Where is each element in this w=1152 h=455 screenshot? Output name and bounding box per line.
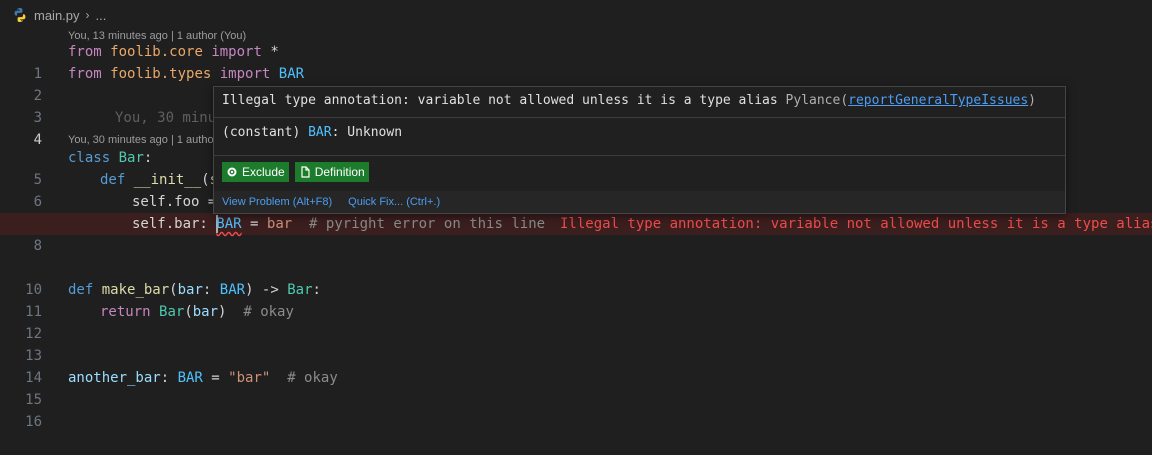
sig-name: BAR (308, 125, 332, 140)
hover-error-message: Illegal type annotation: variable not al… (222, 93, 778, 108)
hover-widget: Illegal type annotation: variable not al… (213, 86, 1066, 214)
token-text: self.foo = (132, 194, 217, 210)
token-function: __init__ (133, 172, 202, 188)
token-constant: BAR (177, 370, 203, 386)
inline-blame-ghost: You, 30 minu (115, 110, 217, 126)
token-comment: # pyright error on this line (309, 216, 546, 232)
inline-error-message: Illegal type annotation: variable not al… (560, 216, 1152, 232)
code-line-2: 2 from foolib.types import BAR (0, 63, 1152, 104)
file-icon (301, 166, 310, 178)
code-line-8: 8 self.bar: BAR = bar # pyright error on… (0, 213, 1152, 254)
code-line-14: 14 (0, 345, 1152, 386)
code-line-16: 16 (0, 389, 1152, 430)
token-operator: = (202, 370, 229, 386)
line-number: 16 (25, 414, 42, 430)
token-class: Bar (118, 150, 144, 166)
token-keyword: from (68, 66, 102, 82)
breadcrumb-symbols[interactable]: ... (96, 8, 107, 23)
python-file-icon (12, 7, 28, 23)
gear-icon (227, 167, 237, 177)
token-operator: ) (218, 304, 227, 320)
hover-divider (214, 155, 1065, 156)
token-operator: : (160, 370, 178, 386)
token-operator: : (143, 150, 153, 166)
view-problem-link[interactable]: View Problem (Alt+F8) (222, 196, 332, 208)
token-class: Bar (159, 304, 185, 320)
token-comment: # okay (287, 370, 338, 386)
code-line-15: 15 another_bar: BAR = "bar" # okay (0, 367, 1152, 408)
token-keyword: from (68, 44, 102, 60)
token-comment: # okay (243, 304, 294, 320)
token-variable: bar (192, 304, 219, 320)
token-module: foolib.core (110, 44, 203, 60)
token-operator: : (312, 282, 321, 298)
token-self: self.bar: (132, 216, 208, 232)
token-constant-error[interactable]: BAR (216, 216, 241, 232)
rule-link[interactable]: reportGeneralTypeIssues (848, 93, 1028, 108)
hover-buttons: Exclude Definition (222, 162, 369, 182)
definition-button[interactable]: Definition (294, 162, 369, 182)
token-operator: ) -> (245, 282, 288, 298)
token-param: bar (177, 282, 203, 298)
sig-kind: (constant) (222, 125, 301, 140)
token-operator: ( (169, 282, 178, 298)
sig-type: : Unknown (331, 125, 403, 140)
definition-button-label: Definition (314, 165, 365, 179)
token-function: make_bar (101, 282, 170, 298)
token-class: Bar (287, 282, 313, 298)
token-keyword: import (219, 66, 271, 82)
breadcrumb-file[interactable]: main.py (34, 8, 80, 23)
token-keyword: return (100, 304, 151, 320)
token-operator: : (202, 282, 220, 298)
token-keyword: def (100, 172, 126, 188)
token-keyword: class (68, 150, 111, 166)
hover-divider (214, 117, 1065, 118)
code-line-13: 13 (0, 323, 1152, 364)
line-number: 8 (33, 238, 42, 254)
token-keyword: import (211, 44, 262, 60)
chevron-right-icon: › (85, 8, 90, 22)
token-constant: BAR (219, 282, 246, 298)
token-variable: another_bar (68, 370, 161, 386)
code-line-11: 11 def make_bar(bar: BAR) -> Bar: (0, 279, 1152, 320)
token-constant: BAR (278, 66, 305, 82)
token-module: foolib.types (110, 66, 212, 82)
token-operator: ( (184, 304, 193, 320)
token-keyword: def (68, 282, 94, 298)
code-line-10: 10 (0, 257, 1152, 298)
hover-diagnostic: Illegal type annotation: variable not al… (222, 93, 1036, 108)
breadcrumb: main.py › ... (0, 0, 1152, 30)
code-line-12: 12 return Bar(bar) # okay (0, 301, 1152, 342)
hover-source-end: ) (1028, 93, 1036, 108)
token-operator: * (270, 44, 279, 60)
exclude-button[interactable]: Exclude (222, 162, 289, 182)
token-string: "bar" (228, 370, 271, 386)
code-line-1: 1 from foolib.core import * (0, 41, 1152, 82)
token-variable: bar (266, 216, 293, 232)
exclude-button-label: Exclude (242, 165, 285, 179)
hover-signature: (constant) BAR: Unknown (222, 125, 402, 140)
token-operator: = (241, 216, 267, 232)
hover-status-bar: View Problem (Alt+F8) Quick Fix... (Ctrl… (214, 191, 1065, 213)
quick-fix-link[interactable]: Quick Fix... (Ctrl+.) (348, 196, 440, 208)
hover-source: Pylance( (785, 93, 849, 108)
